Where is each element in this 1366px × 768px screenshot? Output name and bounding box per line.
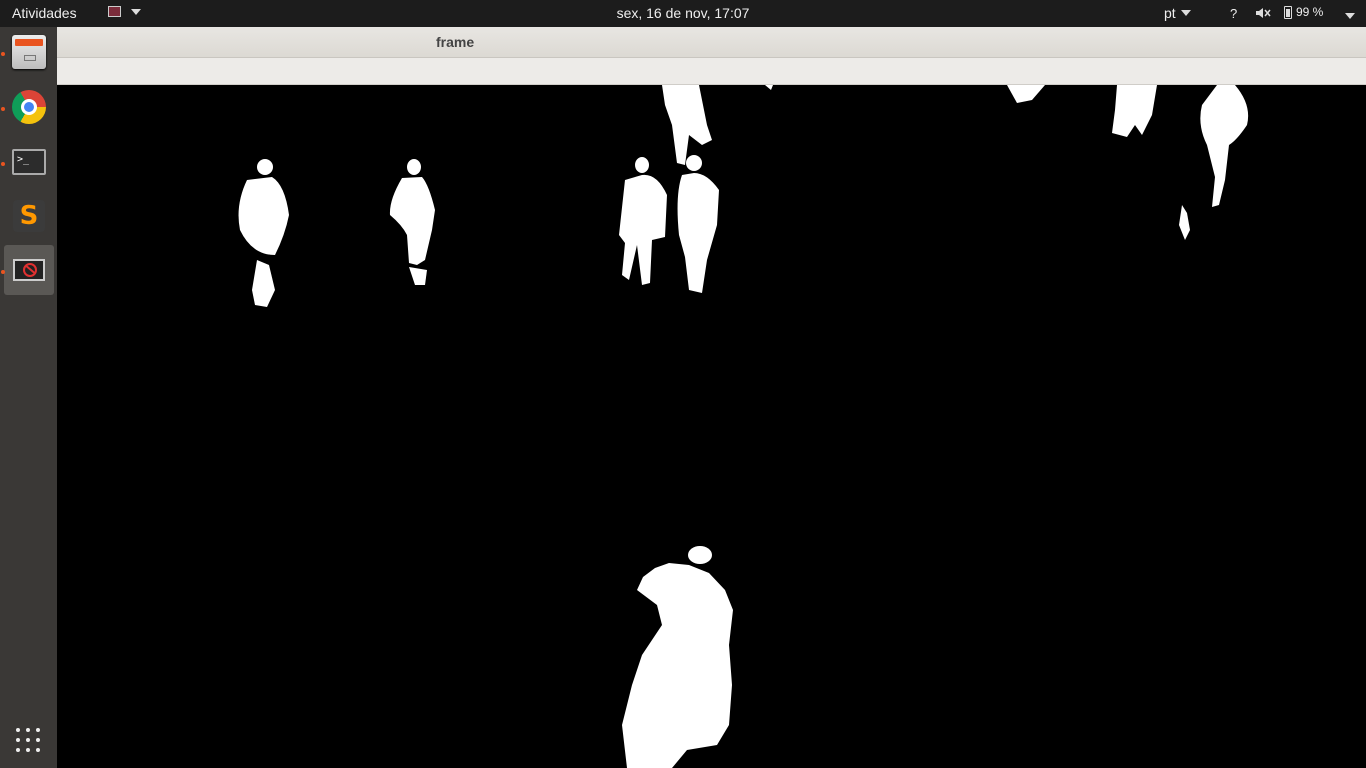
chevron-down-icon: [131, 8, 141, 15]
running-indicator: [1, 270, 5, 274]
clock[interactable]: sex, 16 de nov, 17:07: [617, 5, 750, 21]
foreground-mask-image: [238, 85, 1249, 768]
dock: >_ S: [0, 27, 57, 768]
frame-window: frame: [57, 27, 1366, 768]
dock-item-terminal[interactable]: >_: [1, 137, 54, 187]
language-label: pt: [1164, 5, 1176, 21]
chevron-down-icon: [1345, 13, 1355, 19]
blocked-window-icon: [13, 259, 45, 281]
show-applications-icon[interactable]: [16, 728, 40, 752]
power-menu[interactable]: [1345, 6, 1355, 22]
window-title: frame: [436, 34, 475, 50]
running-indicator: [1, 107, 5, 111]
dock-item-files[interactable]: [1, 27, 54, 77]
running-indicator: [1, 52, 5, 56]
language-menu[interactable]: pt: [1164, 5, 1191, 21]
sublime-text-icon: S: [13, 200, 45, 232]
top-bar: Atividades sex, 16 de nov, 17:07 pt ? 99…: [0, 0, 1366, 27]
video-frame-canvas: [57, 85, 1366, 768]
window-toolbar: [57, 58, 1366, 85]
terminal-icon: >_: [12, 149, 46, 175]
app-menu-icon: [108, 6, 121, 17]
battery-indicator[interactable]: 99 %: [1284, 5, 1323, 19]
chevron-down-icon: [1180, 10, 1191, 16]
volume-muted-icon[interactable]: [1255, 6, 1271, 23]
dock-item-sublime-text[interactable]: S: [4, 191, 54, 241]
dock-item-chrome[interactable]: [1, 82, 54, 132]
running-indicator: [1, 162, 5, 166]
activities-button[interactable]: Atividades: [12, 5, 77, 21]
battery-icon: [1284, 5, 1292, 19]
chrome-icon: [12, 90, 46, 124]
files-icon: [12, 35, 46, 69]
help-icon[interactable]: ?: [1230, 6, 1237, 21]
battery-level: 99 %: [1296, 5, 1324, 19]
dock-item-frame-window[interactable]: [1, 245, 54, 295]
app-menu[interactable]: [108, 6, 141, 17]
window-titlebar[interactable]: frame: [57, 27, 1366, 58]
